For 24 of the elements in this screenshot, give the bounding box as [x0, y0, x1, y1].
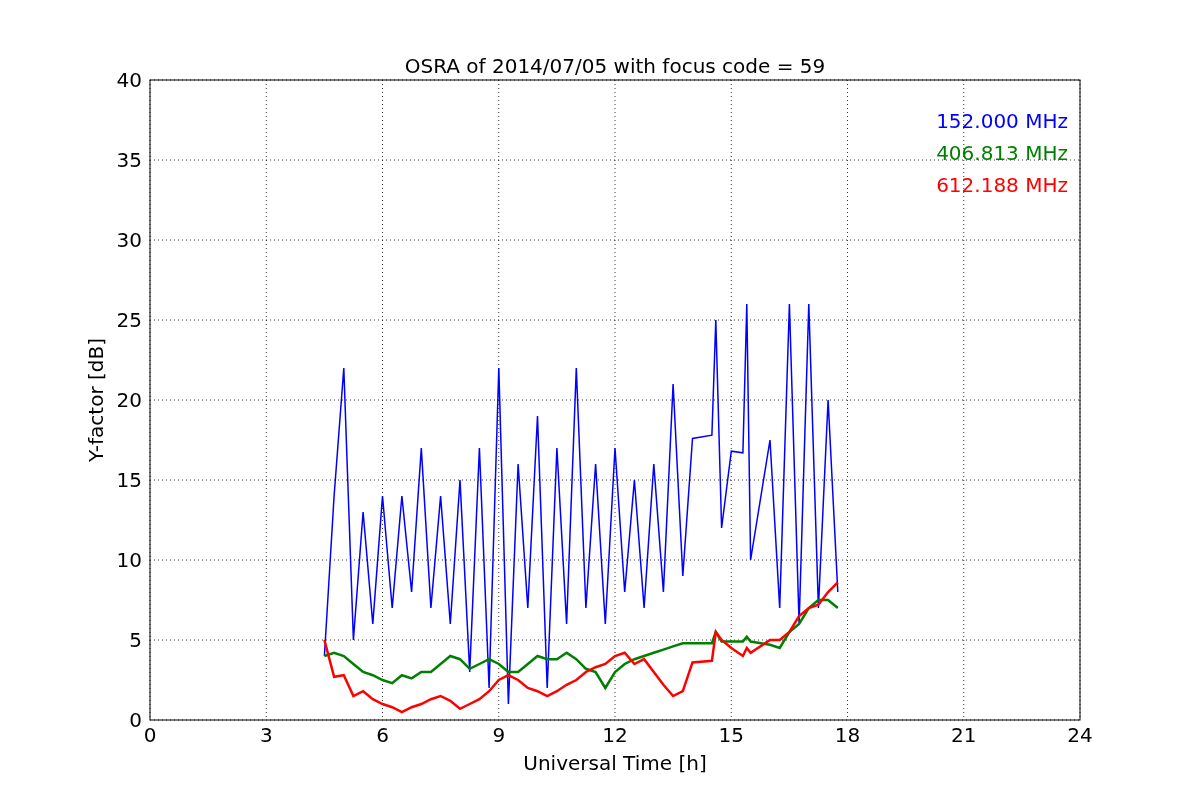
tick-label: 20: [116, 388, 142, 412]
legend-label: 406.813 MHz: [936, 141, 1068, 165]
tick-label: 18: [834, 723, 861, 747]
tick-label: 25: [116, 308, 142, 332]
tick-label: 30: [116, 228, 142, 252]
tick-label: 6: [376, 723, 389, 747]
y-axis-label: Y-factor [dB]: [84, 338, 108, 462]
legend-label: 612.188 MHz: [936, 173, 1068, 197]
x-axis-label: Universal Time [h]: [523, 751, 707, 775]
tick-label: 15: [116, 468, 142, 492]
tick-label: 40: [116, 68, 142, 92]
tick-label: 10: [116, 548, 142, 572]
tick-label: 9: [492, 723, 506, 747]
chart-title: OSRA of 2014/07/05 with focus code = 59: [404, 54, 826, 78]
tick-label: 15: [718, 723, 744, 747]
tick-label: 12: [602, 723, 628, 747]
tick-label: 0: [129, 708, 142, 732]
legend-label: 152.000 MHz: [936, 109, 1068, 133]
tick-label: 0: [143, 723, 157, 747]
tick-label: 35: [116, 148, 142, 172]
tick-label: 24: [1067, 723, 1093, 747]
tick-label: 3: [259, 723, 273, 747]
tick-label: 5: [129, 628, 142, 652]
tick-label: 21: [951, 723, 977, 747]
